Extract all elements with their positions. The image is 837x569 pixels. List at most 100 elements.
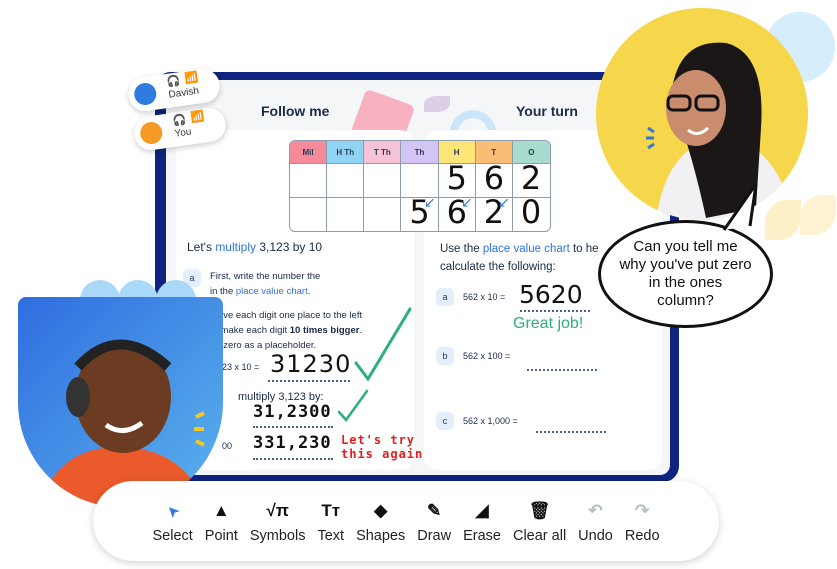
tool-label: Text [317,528,345,544]
tool-point-button[interactable]: ▲ Point [199,498,244,544]
tool-text-button[interactable]: Tт Text [311,498,350,544]
pv-cell[interactable]: 0 [512,193,550,231]
pv-header-mil: Mil [290,141,328,163]
decorative-leaf [765,200,801,240]
answer-input-c[interactable] [536,431,606,433]
place-value-chart-link[interactable]: place value chart [483,243,570,255]
tool-label: Clear all [512,528,567,544]
pv-header-th: Th [401,141,439,163]
step-b-text: Move each digit one place to the left to… [210,308,362,353]
equation-1-answer[interactable]: 31230 [270,350,351,378]
pv-cell[interactable] [290,197,328,231]
tool-erase-button[interactable]: ◢ Erase [457,498,507,544]
pv-cell[interactable] [327,163,365,197]
avatar [132,81,158,107]
place-value-chart[interactable]: Mil H Th T Th Th H T O 5 6 2 5 ↙ 6 ↙ 2 ↙ 0 [289,140,551,232]
follow-me-heading: Let's multiply 3,123 by 10 [187,240,322,254]
your-turn-instruction: Use the place value chart to he calculat… [440,243,599,273]
question-a-answer[interactable]: 5620 [519,280,583,309]
decorative-leaf [424,96,450,112]
headset-icon: 🎧 [172,114,188,128]
heading-text: 3,123 by 10 [256,240,323,254]
handwritten-digit: 5 [446,159,467,197]
handwritten-digit: 2 [520,159,542,197]
headset-icon: 🎧 [166,75,182,89]
tool-select-button[interactable]: ➤ Select [146,498,198,544]
question-badge-b: b [436,347,454,365]
tool-label: Erase [463,528,501,544]
tool-label: Redo [624,528,660,544]
pv-cell[interactable] [364,163,402,197]
pv-cell[interactable] [401,163,439,197]
question-a-label: 562 x 10 = [463,292,506,302]
redo-icon: ↷ [635,501,650,520]
decorative-leaf [800,195,836,235]
pv-cell[interactable]: 2 ↙ [475,194,513,231]
heading-text: Let's [187,240,216,254]
pv-cell[interactable] [327,197,365,231]
tool-shapes-button[interactable]: ◆ Shapes [350,498,411,544]
wifi-icon: 📶 [189,110,206,125]
success-feedback: Great job! [513,315,584,332]
step-a-text: First, write the number the in the place… [210,269,320,299]
check-mark-icon [354,307,412,382]
pv-header-h-th: H Th [327,141,365,163]
pointer-triangle-icon: ▲ [212,501,230,520]
answer-line [268,380,350,382]
teacher-illustration [646,42,796,220]
student-illustration [38,339,208,507]
tool-label: Point [204,528,238,544]
retry-feedback: Let's try this again [341,433,424,461]
participant-name: You [173,126,193,140]
wifi-icon: 📶 [183,71,200,86]
answer-3[interactable]: 331,230 [253,433,332,453]
tool-symbols-button[interactable]: √π Symbols [244,498,312,544]
tool-clear-all-button[interactable]: 🗑 Clear all [507,498,572,544]
pv-cell[interactable]: 2 [512,159,550,197]
follow-me-title: Follow me [261,103,330,119]
tool-redo-button[interactable]: ↷ Redo [619,498,666,544]
tool-label: Symbols [249,528,306,544]
student-photo [18,297,223,507]
handwritten-digit: 6 [483,159,505,197]
speech-bubble-tail [722,183,758,231]
place-value-chart-link[interactable]: place value chart [236,286,308,297]
pv-cell[interactable]: 6 [475,159,513,197]
cursor-arrow-icon: ➤ [162,501,182,521]
answer-line [253,458,333,460]
handwritten-digit: 0 [520,193,542,231]
equation-1-label: 23 x 10 = [222,362,260,372]
tool-label: Select [152,528,193,544]
answer-line [520,310,590,312]
symbols-icon: √π [266,501,289,520]
answer-input-b[interactable] [527,369,597,371]
pv-cell[interactable]: 6 ↙ [438,194,476,231]
tool-label: Draw [417,528,452,544]
answer-2[interactable]: 31,2300 [253,402,332,422]
tool-draw-button[interactable]: ✎ Draw [411,498,457,544]
equation-3-label: 00 [222,441,233,451]
pv-cell[interactable]: 5 ↙ [401,194,439,231]
your-turn-title: Your turn [516,103,578,119]
question-c-label: 562 x 1,000 = [463,416,518,426]
shift-arrow-icon: ↙ [460,194,473,210]
question-b-label: 562 x 100 = [463,351,511,361]
step-b-line2: to make each digit 10 times bigger. [210,325,363,336]
multiply-link[interactable]: multiply [215,240,256,254]
eraser-icon: ◢ [475,501,489,520]
tool-undo-button[interactable]: ↶ Undo [572,498,619,544]
tool-label: Shapes [356,528,406,544]
undo-icon: ↶ [588,501,603,520]
avatar [138,120,164,146]
speech-bubble: Can you tell me why you've put zero in t… [598,220,773,328]
pv-cell[interactable] [290,163,328,197]
shapes-icon: ◆ [374,501,388,520]
trash-icon: 🗑 [528,501,551,520]
check-mark-icon [337,389,369,423]
answer-line [253,426,333,428]
pv-cell[interactable] [364,197,402,231]
question-badge-c: c [436,412,454,430]
teacher-photo [596,8,808,220]
pv-cell[interactable]: 5 [438,159,476,197]
pv-header-t-th: T Th [364,141,402,163]
